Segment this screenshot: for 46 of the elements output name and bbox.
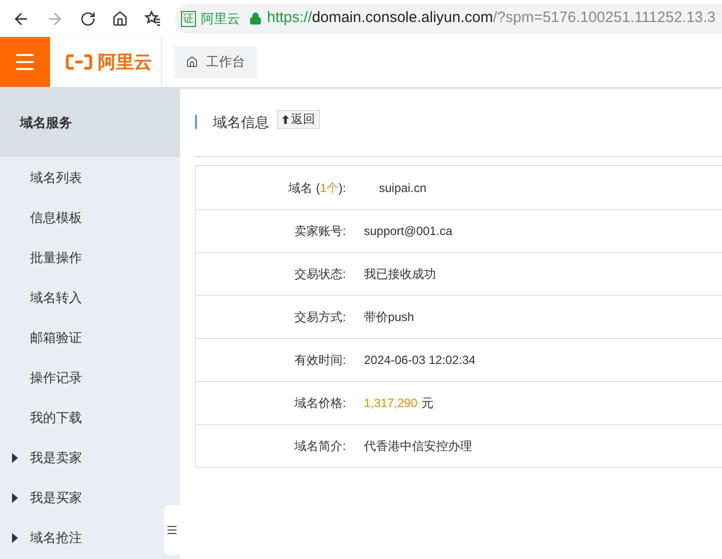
field-label: 域名 (1个): [288, 180, 346, 194]
sidebar-item[interactable]: 操作记录 [0, 358, 180, 398]
collapse-handle[interactable] [164, 505, 180, 555]
caret-icon [12, 453, 18, 463]
sidebar-item[interactable]: 我是买家 [0, 478, 180, 518]
menu-icon [166, 524, 178, 536]
page-title: 域名信息 [213, 112, 269, 132]
field-value: suipai.cn [378, 180, 426, 196]
field-label: 卖家账号: [294, 224, 346, 238]
site-name: 阿里云 [201, 10, 240, 28]
field-value: support@001.ca [364, 223, 452, 240]
field-value: 带价push [364, 309, 414, 326]
field-value: 我已接收成功 [364, 266, 436, 283]
sidebar-item[interactable]: 我是卖家 [0, 438, 180, 478]
field-value: 1,317,290 [364, 395, 418, 412]
workbench-button[interactable]: 工作台 [174, 46, 257, 78]
certificate-badge-icon: 证 [181, 10, 196, 26]
field-label: 交易状态: [294, 267, 346, 281]
field-value: 代香港中信安控办理 [364, 438, 472, 455]
caret-icon [12, 533, 18, 543]
sidebar-item[interactable]: 我的下载 [0, 398, 180, 438]
up-arrow-icon [282, 114, 289, 124]
logo-text: 阿里云 [98, 50, 152, 74]
field-label: 有效时间: [294, 353, 346, 367]
sidebar-item[interactable]: 域名转入 [0, 278, 180, 318]
field-label: 交易方式: [294, 310, 346, 324]
field-label: 域名价格: [294, 396, 346, 410]
address-bar[interactable]: 证 阿里云 https://domain.console.aliyun.com/?spm=5176.100251.111252.13.3 [175, 4, 722, 34]
sidebar-item[interactable]: 域名列表 [0, 158, 180, 198]
sidebar-item[interactable]: 邮箱验证 [0, 318, 180, 358]
field-value: 2024-06-03 12:02:34 [364, 352, 476, 369]
back-button[interactable]: 返回 [277, 110, 320, 128]
url-text: https://domain.console.aliyun.com/?spm=5176.100251.111252.13.3 [267, 8, 716, 28]
sidebar-item[interactable]: 批量操作 [0, 238, 180, 278]
logo-icon [64, 53, 94, 71]
caret-icon [12, 493, 18, 503]
field-label: 域名简介: [294, 439, 346, 453]
menu-button[interactable] [0, 37, 50, 87]
currency-unit: 元 [421, 395, 434, 412]
sidebar-title: 域名服务 [0, 88, 180, 157]
bookmark-star-icon[interactable] [144, 10, 161, 27]
home-icon[interactable] [112, 10, 128, 26]
sidebar-item[interactable]: 信息模板 [0, 198, 180, 238]
lock-icon [249, 12, 262, 25]
home-icon [186, 56, 198, 68]
reload-icon[interactable] [80, 10, 96, 26]
